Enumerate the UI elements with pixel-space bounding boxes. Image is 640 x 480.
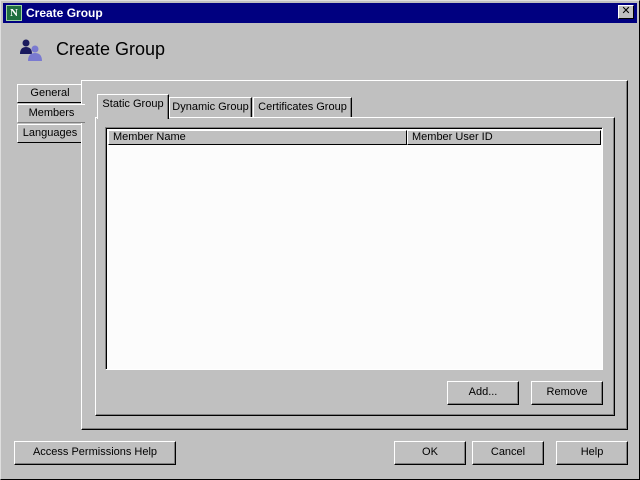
title-bar: N Create Group ✕ — [3, 3, 637, 23]
cancel-button[interactable]: Cancel — [472, 441, 544, 465]
tab-dynamic-group[interactable]: Dynamic Group — [169, 97, 252, 118]
window-title: Create Group — [26, 6, 103, 20]
tab-certificates-group[interactable]: Certificates Group — [253, 97, 352, 118]
page-title: Create Group — [56, 39, 166, 59]
help-button[interactable]: Help — [556, 441, 628, 465]
tab-static-group[interactable]: Static Group — [97, 94, 169, 119]
access-permissions-help-button[interactable]: Access Permissions Help — [14, 441, 176, 465]
group-icon — [20, 39, 42, 61]
dialog-window: N Create Group ✕ Create Group General Me… — [0, 0, 640, 480]
tab-general[interactable]: General — [17, 84, 82, 103]
tab-members[interactable]: Members — [17, 104, 85, 123]
column-header-member-name[interactable]: Member Name — [108, 130, 407, 145]
members-table[interactable]: Member Name Member User ID — [105, 127, 603, 370]
add-button[interactable]: Add... — [447, 381, 519, 405]
ok-button[interactable]: OK — [394, 441, 466, 465]
tab-languages[interactable]: Languages — [17, 124, 82, 143]
column-header-member-user-id[interactable]: Member User ID — [407, 130, 601, 145]
app-logo-icon: N — [6, 5, 22, 21]
close-button[interactable]: ✕ — [618, 5, 634, 19]
remove-button[interactable]: Remove — [531, 381, 603, 405]
